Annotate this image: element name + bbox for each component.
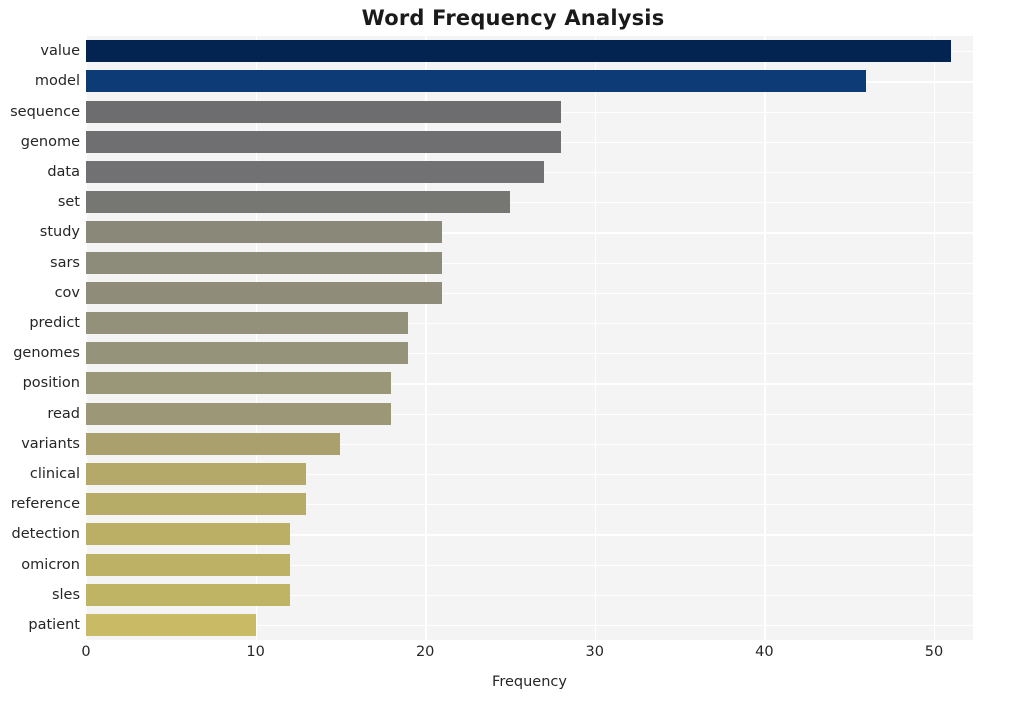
y-tick-label-read: read (47, 405, 80, 422)
bar-read (86, 402, 392, 425)
x-tick-label-0: 0 (81, 644, 91, 660)
bar-sars (86, 251, 443, 274)
y-tick-label-sars: sars (50, 254, 80, 271)
bar-genomes (86, 342, 409, 365)
chart-title: Word Frequency Analysis (361, 6, 665, 30)
gridline-x-50 (933, 36, 936, 640)
y-tick-label-genome: genome (20, 133, 80, 150)
gridline-x-30 (594, 36, 597, 640)
bar-data (86, 160, 544, 183)
bar-detection (86, 523, 290, 546)
y-tick-label-variants: variants (21, 435, 80, 452)
y-tick-label-position: position (22, 375, 80, 392)
y-tick-label-clinical: clinical (29, 465, 80, 482)
bar-variants (86, 432, 341, 455)
y-tick-label-data: data (47, 163, 80, 180)
y-tick-label-study: study (39, 224, 80, 241)
gridline-x-20 (425, 36, 427, 640)
bar-position (86, 372, 392, 395)
bar-cov (86, 281, 443, 304)
y-tick-label-sles: sles (51, 586, 80, 603)
y-tick-label-genomes: genomes (13, 345, 80, 362)
y-tick-label-detection: detection (11, 526, 80, 543)
y-tick-label-predict: predict (29, 314, 80, 331)
y-tick-label-reference: reference (10, 496, 80, 513)
bar-clinical (86, 462, 307, 485)
gridline-x-0 (86, 36, 88, 640)
word-frequency-chart: Word Frequency Analysis value model sequen… (0, 0, 1026, 701)
bar-reference (86, 493, 307, 516)
x-tick-label-10: 10 (246, 644, 265, 660)
x-axis-tick-labels: 0 10 20 30 40 50 (81, 644, 973, 666)
y-tick-label-value: value (40, 43, 80, 60)
bar-sles (86, 583, 290, 606)
y-tick-label-patient: patient (28, 616, 80, 633)
bar-sequence (86, 100, 561, 123)
x-tick-label-40: 40 (755, 644, 774, 660)
bar-predict (86, 311, 409, 334)
x-axis-title: Frequency (492, 674, 567, 690)
y-tick-label-model: model (34, 73, 80, 90)
bar-value (86, 40, 951, 63)
y-tick-label-sequence: sequence (10, 103, 80, 120)
gridline-x-10 (255, 36, 257, 640)
bar-genome (86, 130, 561, 153)
y-tick-label-omicron: omicron (21, 556, 80, 573)
y-tick-label-cov: cov (54, 284, 80, 301)
bar-study (86, 221, 443, 244)
gridline-x-40 (764, 36, 766, 640)
bar-omicron (86, 553, 290, 576)
x-tick-label-50: 50 (924, 644, 944, 660)
bar-set (86, 191, 510, 214)
x-tick-label-20: 20 (415, 644, 435, 660)
bar-model (86, 70, 867, 93)
y-axis-tick-labels: value model sequence genome data set study sars… (0, 36, 80, 640)
x-tick-label-30: 30 (585, 644, 605, 660)
bar-patient (86, 613, 256, 636)
plot-area (86, 36, 973, 640)
y-tick-label-set: set (57, 194, 80, 211)
